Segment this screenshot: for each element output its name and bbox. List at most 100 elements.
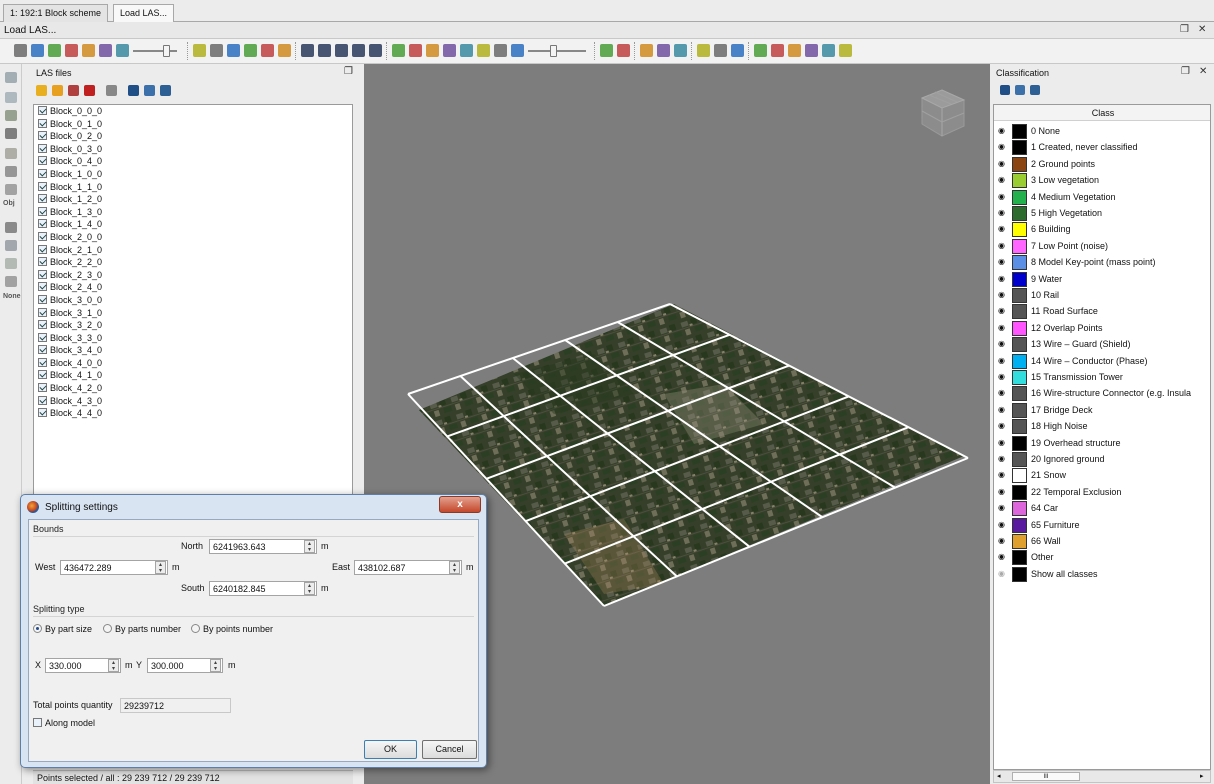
- tools-icon[interactable]: [617, 44, 630, 57]
- list-item[interactable]: Block_2_3_0: [34, 269, 352, 282]
- option-by-parts-number[interactable]: By parts number: [103, 624, 181, 634]
- view-cube[interactable]: [920, 89, 966, 137]
- class-color-swatch[interactable]: [1012, 337, 1027, 353]
- list-item[interactable]: Block_4_1_0: [34, 369, 352, 382]
- class-row[interactable]: ◉ 18 High Noise: [995, 418, 1210, 435]
- point-size-slider-knob[interactable]: [550, 45, 557, 57]
- class-color-swatch[interactable]: [1012, 189, 1027, 205]
- grid-icon[interactable]: [640, 44, 653, 57]
- remove-all-icon[interactable]: [84, 85, 95, 96]
- checkbox-icon[interactable]: [38, 357, 47, 367]
- checkbox-icon[interactable]: [38, 370, 47, 380]
- eye-icon[interactable]: ◉: [998, 520, 1005, 529]
- class-row[interactable]: ◉ 21 Snow: [995, 467, 1210, 484]
- checkbox-icon[interactable]: [38, 181, 47, 191]
- class-row[interactable]: ◉ 3 Low vegetation: [995, 172, 1210, 189]
- class-color-swatch[interactable]: [1012, 452, 1027, 467]
- class-row[interactable]: ◉ 65 Furniture: [995, 517, 1210, 533]
- eye-icon[interactable]: ◉: [998, 388, 1005, 397]
- radio-icon[interactable]: [191, 624, 200, 633]
- class-color-swatch[interactable]: [1012, 255, 1027, 271]
- add-point-icon[interactable]: [193, 44, 206, 57]
- invert-icon[interactable]: [160, 85, 171, 96]
- eye-icon[interactable]: ◉: [998, 142, 1005, 151]
- class-row[interactable]: ◉ 9 Water: [995, 271, 1210, 287]
- road-icon[interactable]: [5, 222, 17, 233]
- eye-icon[interactable]: ◉: [998, 552, 1005, 561]
- class-color-swatch[interactable]: [1012, 238, 1027, 254]
- eye-icon[interactable]: ◉: [998, 405, 1005, 414]
- list-item[interactable]: Block_3_2_0: [34, 319, 352, 332]
- zoom-box-icon[interactable]: [48, 44, 61, 57]
- list-item[interactable]: Block_1_3_0: [34, 206, 352, 219]
- class-color-swatch[interactable]: [1012, 419, 1027, 435]
- eye-icon[interactable]: ◉: [998, 224, 1005, 233]
- car-icon[interactable]: [5, 240, 17, 251]
- eye-icon[interactable]: ◉: [998, 306, 1005, 315]
- class-row[interactable]: ◉ 19 Overhead structure: [995, 435, 1210, 451]
- eye-icon[interactable]: ◉: [998, 470, 1005, 479]
- radio-icon[interactable]: [103, 624, 112, 633]
- list-item[interactable]: Block_3_4_0: [34, 344, 352, 357]
- close-icon[interactable]: ✕: [1198, 24, 1206, 35]
- class-color-swatch[interactable]: [1012, 550, 1027, 566]
- eye-icon[interactable]: ◉: [998, 569, 1005, 578]
- class-color-swatch[interactable]: [1012, 402, 1027, 418]
- undo-icon[interactable]: [261, 44, 274, 57]
- eye-icon[interactable]: ◉: [998, 339, 1005, 348]
- histogram-icon[interactable]: [822, 44, 835, 57]
- checkbox-icon[interactable]: [38, 320, 47, 330]
- class-row[interactable]: ◉ 12 Overlap Points: [995, 320, 1210, 336]
- classes-icon[interactable]: [511, 44, 524, 57]
- list-item[interactable]: Block_2_4_0: [34, 281, 352, 294]
- close-icon[interactable]: ✕: [1199, 66, 1207, 77]
- filter-icon[interactable]: [731, 44, 744, 57]
- scroll-right-icon[interactable]: ▸: [1200, 772, 1204, 780]
- checkbox-icon[interactable]: [38, 395, 47, 405]
- tab-block-scheme[interactable]: 1: 192:1 Block scheme: [3, 4, 109, 22]
- zoom-icon[interactable]: [65, 44, 78, 57]
- open-file-icon[interactable]: [52, 85, 63, 96]
- check-all-icon[interactable]: [1000, 85, 1010, 95]
- checkbox-icon[interactable]: [38, 345, 47, 355]
- class-color-swatch[interactable]: [1012, 156, 1027, 172]
- class-color-swatch[interactable]: [1012, 140, 1027, 156]
- south-field[interactable]: 6240182.845: [209, 581, 317, 596]
- eye-icon[interactable]: ◉: [998, 536, 1005, 545]
- class-row[interactable]: ◉ 11 Road Surface: [995, 303, 1210, 320]
- class-row[interactable]: ◉ 14 Wire – Conductor (Phase): [995, 353, 1210, 369]
- camera-icon[interactable]: [714, 44, 727, 57]
- class-color-swatch[interactable]: [1012, 566, 1027, 582]
- class-color-swatch[interactable]: [1012, 370, 1027, 385]
- tower-icon[interactable]: [5, 276, 17, 287]
- checkbox-icon[interactable]: [38, 257, 47, 267]
- list-item[interactable]: Block_3_0_0: [34, 294, 352, 307]
- eye-icon[interactable]: ◉: [998, 323, 1005, 332]
- box-icon[interactable]: [697, 44, 710, 57]
- house-icon[interactable]: [5, 166, 17, 177]
- eye-icon[interactable]: ◉: [998, 356, 1005, 365]
- list-item[interactable]: Block_4_3_0: [34, 395, 352, 408]
- checkbox-icon[interactable]: [38, 143, 47, 153]
- list-item[interactable]: Block_4_2_0: [34, 382, 352, 395]
- class-color-swatch[interactable]: [1012, 320, 1027, 336]
- nir-icon[interactable]: [443, 44, 456, 57]
- eye-icon[interactable]: ◉: [998, 274, 1005, 283]
- point-size-slider-track[interactable]: [528, 50, 586, 52]
- scroll-left-icon[interactable]: ◂: [997, 772, 1001, 780]
- eye-icon[interactable]: ◉: [998, 487, 1005, 496]
- class-color-swatch[interactable]: [1012, 173, 1027, 189]
- class-row[interactable]: ◉ 64 Car: [995, 500, 1210, 517]
- checkbox-icon[interactable]: [38, 244, 47, 254]
- option-by-part-size[interactable]: By part size: [33, 624, 92, 634]
- hand-pan-icon[interactable]: [14, 44, 27, 57]
- checkbox-icon[interactable]: [38, 282, 47, 292]
- class-row[interactable]: ◉ 1 Created, never classified: [995, 139, 1210, 156]
- chart-icon[interactable]: [805, 44, 818, 57]
- class-color-swatch[interactable]: [1012, 288, 1027, 303]
- list-item[interactable]: Block_2_2_0: [34, 256, 352, 269]
- eye-icon[interactable]: ◉: [998, 438, 1005, 447]
- checkbox-icon[interactable]: [38, 269, 47, 279]
- checkbox-icon[interactable]: [38, 168, 47, 178]
- class-color-swatch[interactable]: [1012, 271, 1027, 287]
